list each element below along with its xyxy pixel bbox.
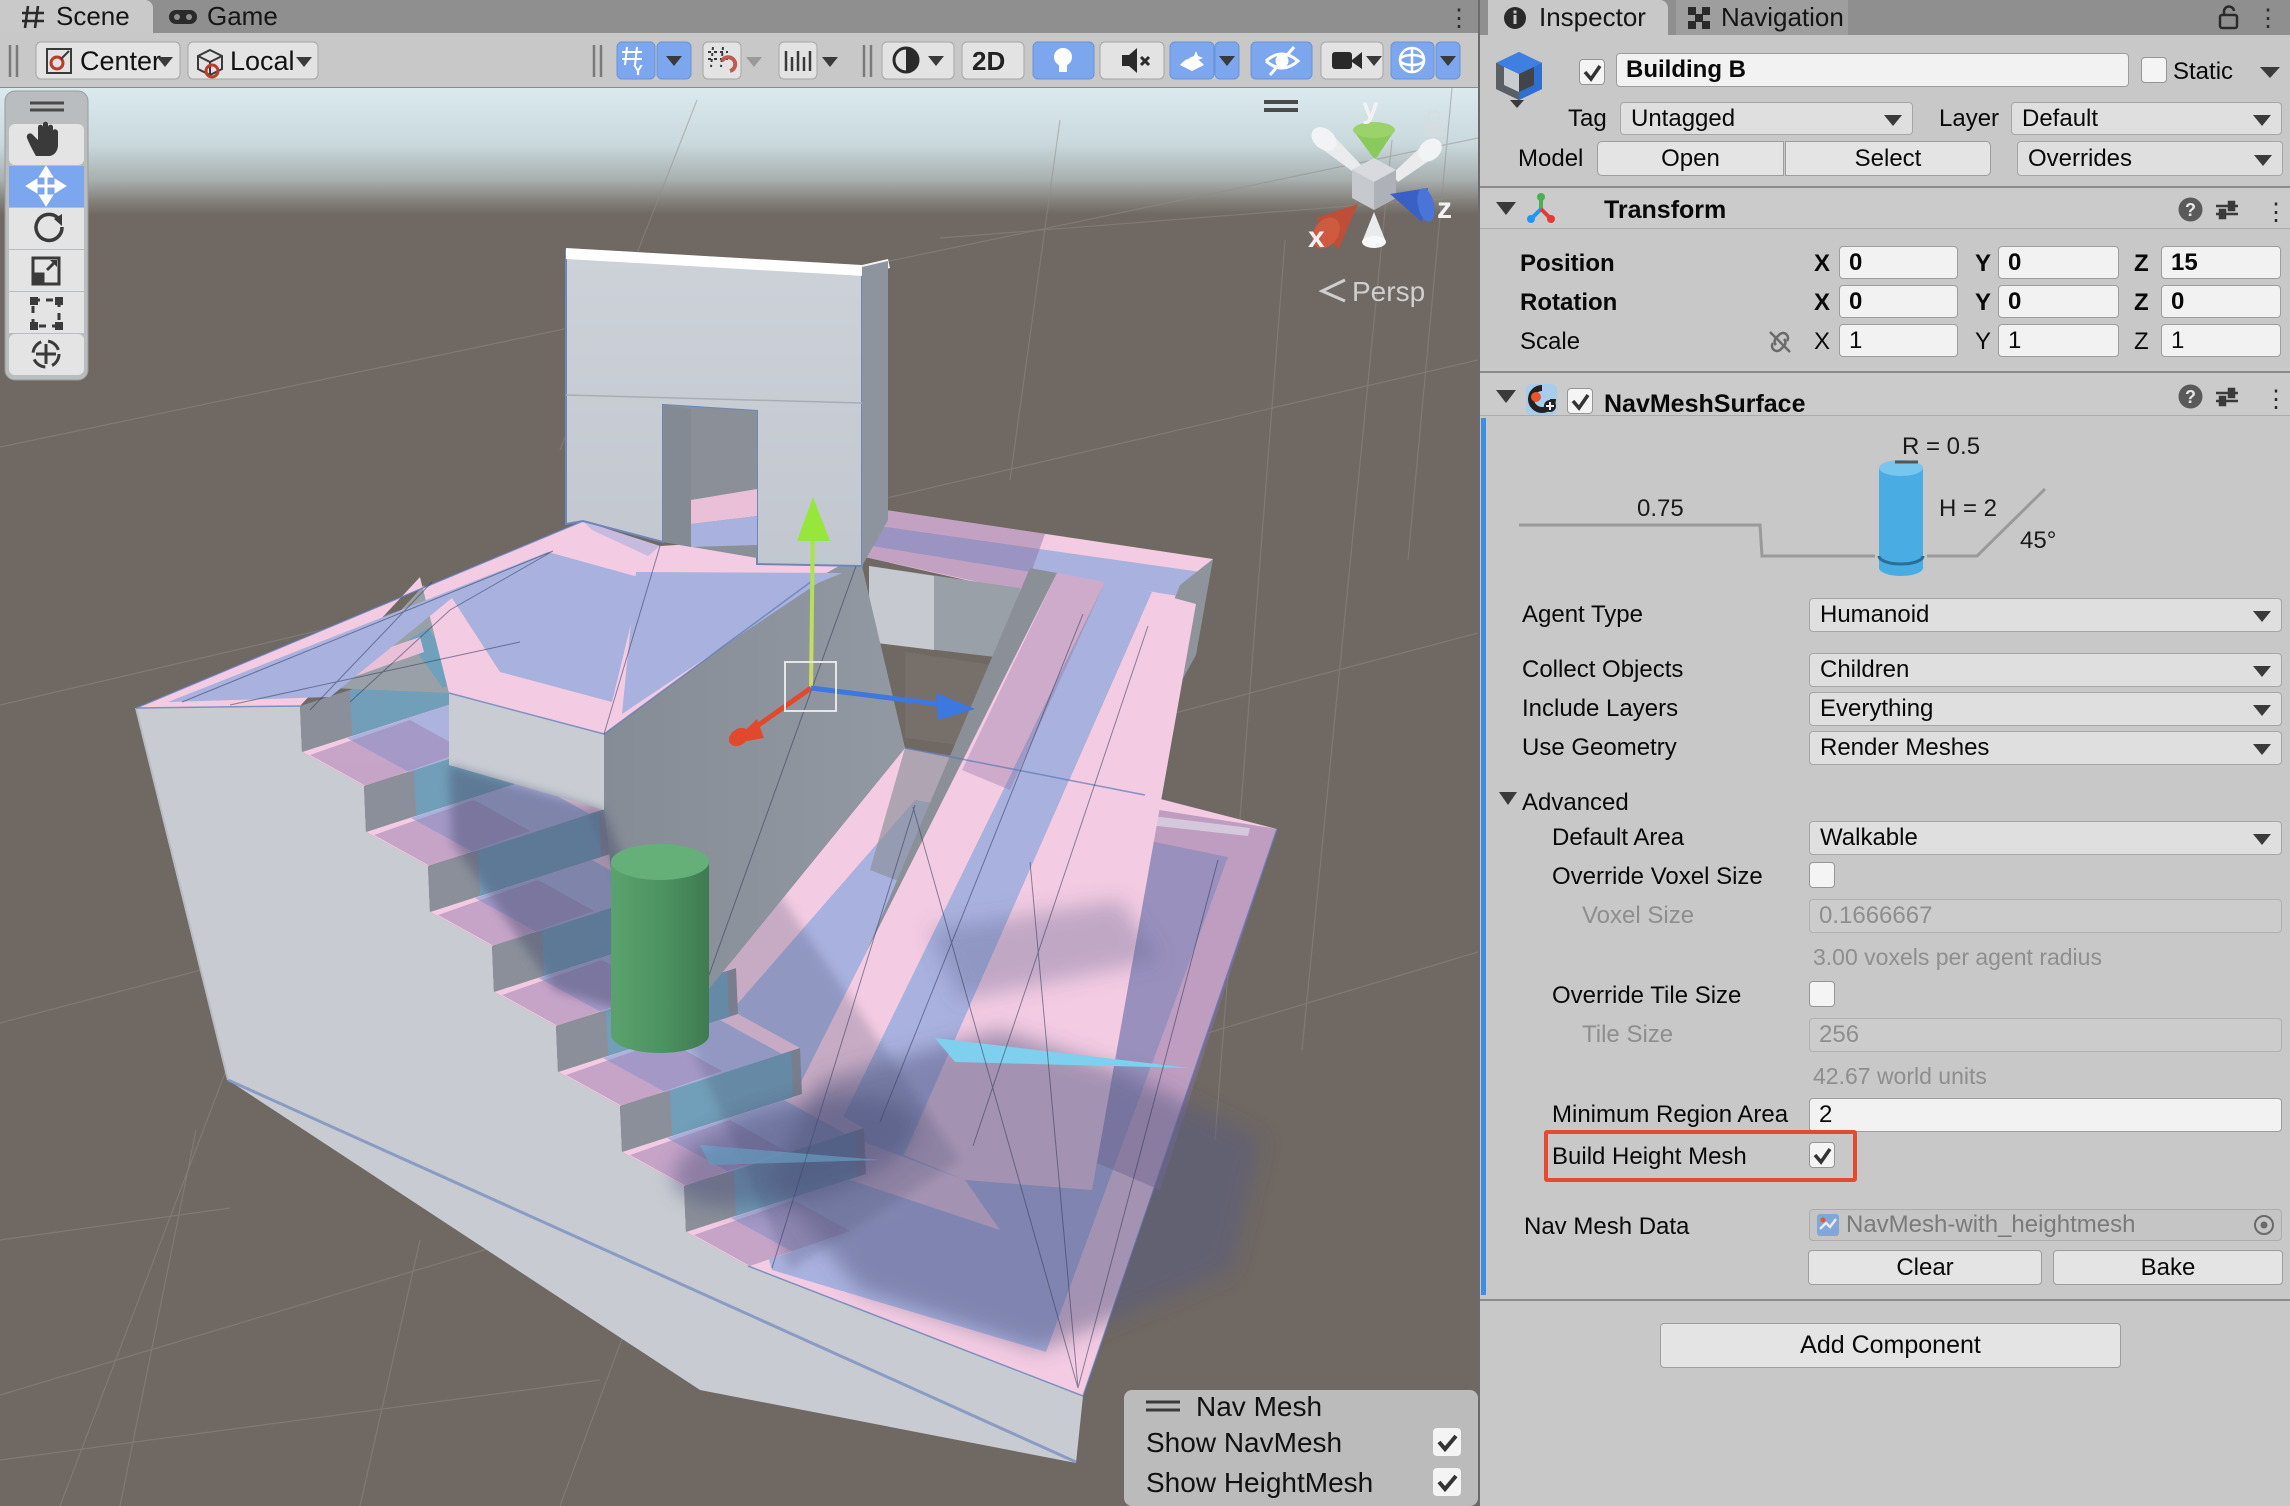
svg-text:?: ? bbox=[2185, 387, 2196, 407]
svg-text:0.75: 0.75 bbox=[1637, 495, 1684, 522]
svg-text:x: x bbox=[1308, 221, 1325, 254]
svg-text:Nav Mesh: Nav Mesh bbox=[1196, 1391, 1322, 1422]
svg-text:z: z bbox=[1437, 192, 1452, 225]
svg-text:Show NavMesh: Show NavMesh bbox=[1146, 1427, 1342, 1458]
svg-text:Y: Y bbox=[633, 62, 643, 79]
svg-text:Persp: Persp bbox=[1352, 276, 1425, 307]
svg-text:2D: 2D bbox=[972, 46, 1005, 76]
svg-text:45°: 45° bbox=[2020, 527, 2056, 554]
svg-text:R = 0.5: R = 0.5 bbox=[1902, 433, 1980, 460]
svg-text:?: ? bbox=[2185, 200, 2196, 220]
svg-text:H = 2: H = 2 bbox=[1939, 495, 1997, 522]
svg-text:Show HeightMesh: Show HeightMesh bbox=[1146, 1467, 1373, 1498]
svg-text:Center: Center bbox=[80, 46, 161, 76]
svg-text:y: y bbox=[1362, 92, 1379, 125]
svg-text:Local: Local bbox=[230, 46, 295, 76]
